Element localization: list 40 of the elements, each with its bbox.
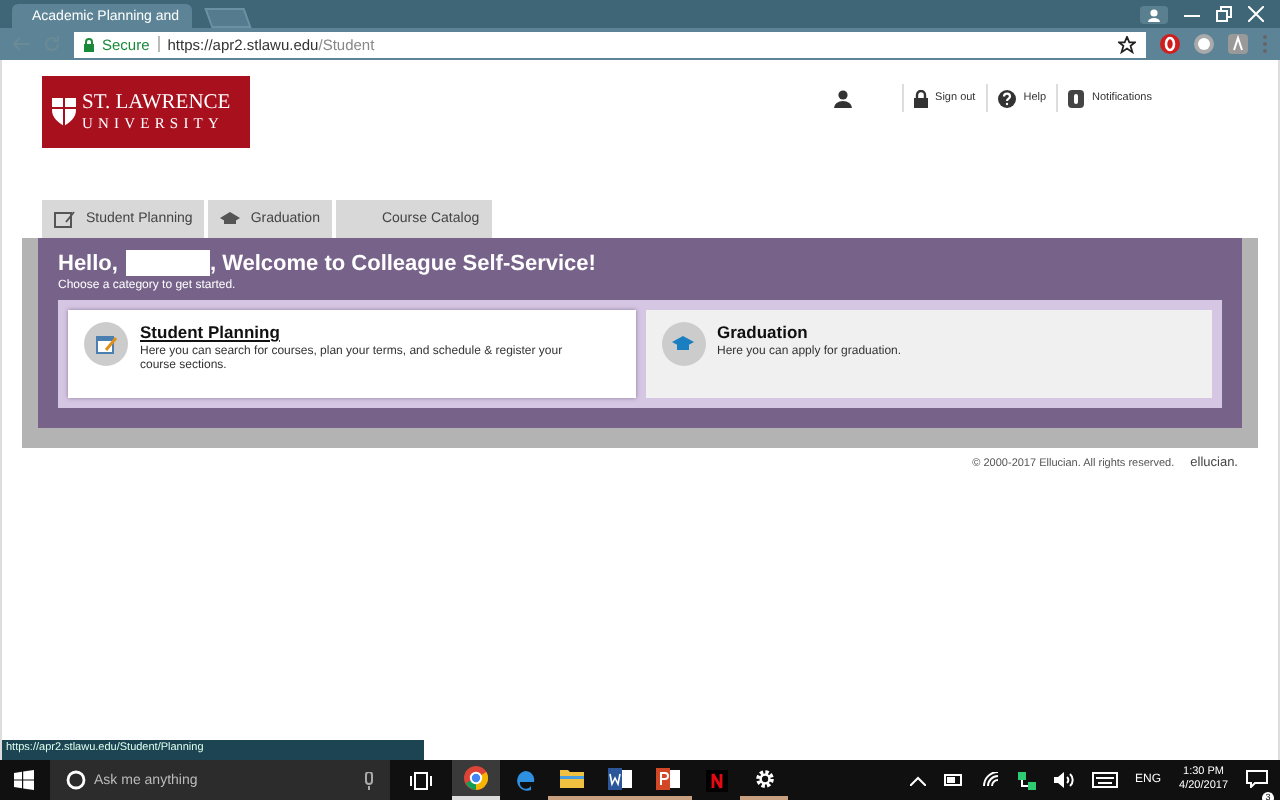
star-icon[interactable] xyxy=(1118,35,1136,53)
wifi-icon[interactable] xyxy=(981,772,1000,788)
settings-icon xyxy=(753,767,775,789)
microphone-icon[interactable] xyxy=(364,771,374,789)
restore-icon[interactable] xyxy=(1216,6,1232,22)
calendar-icon xyxy=(54,210,76,228)
close-icon[interactable] xyxy=(1248,6,1264,22)
logo-name: ST. LAWRENCE xyxy=(82,94,231,115)
edge-browser-icon xyxy=(513,769,535,791)
redacted-name-block xyxy=(125,250,210,276)
notification-icon xyxy=(1068,89,1085,107)
folder-icon xyxy=(560,768,584,788)
word-icon xyxy=(608,767,632,789)
network-icon[interactable] xyxy=(1017,771,1036,789)
powerpoint-icon xyxy=(656,767,680,789)
extension-icon[interactable] xyxy=(1160,34,1180,54)
graduation-cap-icon xyxy=(220,212,241,226)
browser-icon xyxy=(464,766,488,790)
extension-icon[interactable] xyxy=(1228,34,1248,54)
user-icon[interactable] xyxy=(1140,5,1168,23)
greeting-text: Hello, xyxy=(58,251,118,275)
card-title[interactable]: Graduation xyxy=(717,322,808,342)
shield-icon xyxy=(52,98,76,126)
keyboard-icon[interactable] xyxy=(1091,772,1118,788)
netflix-icon xyxy=(705,769,727,791)
task-view-icon[interactable] xyxy=(410,771,432,789)
extension-icon[interactable] xyxy=(1194,34,1214,54)
windows-icon[interactable] xyxy=(14,770,34,790)
card-title[interactable]: Student Planning xyxy=(140,322,280,342)
chevron-up-icon[interactable] xyxy=(909,775,926,785)
calendar-icon xyxy=(84,322,128,366)
lock-icon xyxy=(84,37,94,51)
person-icon[interactable] xyxy=(833,89,852,107)
graduation-cap-icon xyxy=(661,322,705,366)
battery-icon[interactable] xyxy=(943,774,964,786)
cortana-icon xyxy=(66,770,86,790)
speaker-icon[interactable] xyxy=(1053,772,1074,788)
welcome-heading: , Welcome to Colleague Self-Service! xyxy=(209,251,596,275)
lock-icon xyxy=(913,89,928,107)
help-icon xyxy=(997,89,1016,107)
